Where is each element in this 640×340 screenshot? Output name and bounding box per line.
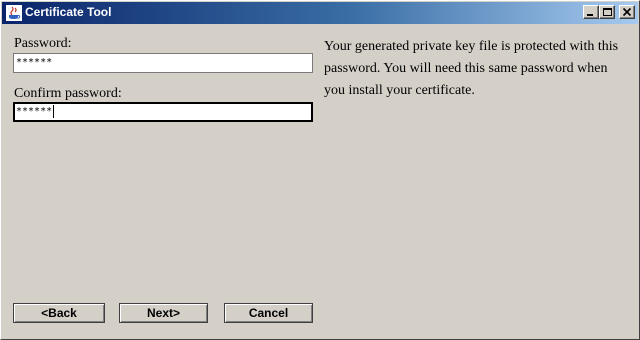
confirm-password-value: ****** (16, 106, 53, 117)
minimize-icon (587, 14, 593, 16)
cancel-button[interactable]: Cancel (224, 303, 313, 323)
text-caret (53, 104, 55, 118)
password-label: Password: (14, 36, 72, 51)
java-cup-icon (6, 5, 22, 21)
close-icon (622, 7, 632, 17)
title-bar[interactable]: Certificate Tool (2, 2, 638, 24)
minimize-button[interactable] (583, 5, 599, 19)
password-value: ****** (16, 57, 53, 68)
maximize-button[interactable] (599, 5, 615, 19)
certificate-tool-window: Certificate Tool Password: ****** Confir… (0, 0, 640, 340)
next-button[interactable]: Next> (119, 303, 208, 323)
window-title: Certificate Tool (25, 5, 112, 19)
info-text: Your generated private key file is prote… (324, 39, 619, 98)
password-field[interactable]: ****** (13, 53, 313, 73)
maximize-icon (603, 8, 612, 16)
back-button[interactable]: <Back (13, 303, 105, 323)
confirm-password-label: Confirm password: (14, 86, 122, 101)
confirm-password-field[interactable]: ****** (13, 102, 313, 122)
close-button[interactable] (619, 5, 635, 19)
